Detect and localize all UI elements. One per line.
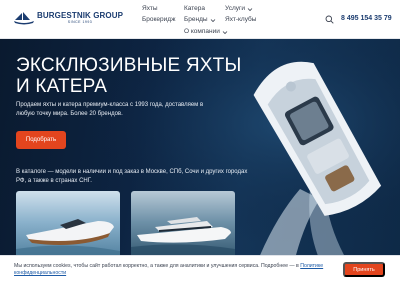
nav-brokerage[interactable]: Брокеридж — [142, 16, 175, 24]
hero-title: ЭКСКЛЮЗИВНЫЕ ЯХТЫ И КАТЕРА — [16, 55, 241, 97]
nav-brands-label: Бренды — [184, 16, 208, 23]
cookie-accept-button[interactable]: Принять — [343, 262, 385, 277]
chevron-down-icon — [247, 7, 253, 11]
nav-boats[interactable]: Катера — [184, 5, 205, 13]
brand-sub: SINCE 1993 — [67, 20, 93, 24]
nav-brands[interactable]: Бренды — [184, 16, 216, 24]
nav-yacht-clubs-label: Яхт-клубы — [225, 16, 257, 23]
nav-about[interactable]: О компании — [184, 28, 228, 36]
boat-thumbnail-1[interactable] — [16, 191, 120, 259]
chevron-down-icon — [210, 18, 215, 22]
cookie-banner: Мы используем cookies, чтобы сайт работа… — [0, 255, 400, 281]
nav-yachts-label: Яхты — [142, 5, 158, 12]
catalog-note: В каталоге — модели в наличии и под зака… — [16, 169, 248, 184]
hero-description: Продаем яхты и катера премиум-класса с 1… — [16, 102, 204, 117]
logo-icon — [14, 12, 34, 25]
search-icon[interactable] — [325, 15, 334, 24]
nav-yacht-clubs[interactable]: Яхт-клубы — [225, 16, 256, 24]
speedboat-image — [16, 219, 120, 259]
nav-boats-label: Катера — [184, 5, 206, 12]
nav-about-label: О компании — [184, 28, 220, 35]
pick-yacht-button[interactable]: Подобрать — [16, 131, 66, 149]
chevron-down-icon — [222, 30, 228, 34]
motor-yacht-image — [131, 217, 235, 259]
cookie-text: Мы используем cookies, чтобы сайт работа… — [14, 263, 329, 277]
nav-brokerage-label: Брокеридж — [142, 16, 176, 23]
brand-logo[interactable]: BURGESTNIK GROUP SINCE 1993 — [14, 11, 123, 25]
phone-number[interactable]: 8 495 154 35 79 — [341, 15, 392, 22]
boat-thumbnail-2[interactable] — [131, 191, 235, 259]
cookie-message: Мы используем cookies, чтобы сайт работа… — [14, 263, 301, 269]
site-header: BURGESTNIK GROUP SINCE 1993 Яхты Катера … — [0, 0, 400, 39]
brand-name: BURGESTNIK GROUP — [37, 11, 124, 20]
nav-services-label: Услуги — [225, 5, 245, 12]
hero-title-line1: ЭКСКЛЮЗИВНЫЕ ЯХТЫ — [16, 55, 242, 76]
nav-services[interactable]: Услуги — [225, 5, 253, 13]
hero-section: ЭКСКЛЮЗИВНЫЕ ЯХТЫ И КАТЕРА Продаем яхты … — [0, 39, 400, 281]
hero-title-line2: И КАТЕРА — [16, 76, 108, 97]
nav-yachts[interactable]: Яхты — [142, 5, 158, 13]
